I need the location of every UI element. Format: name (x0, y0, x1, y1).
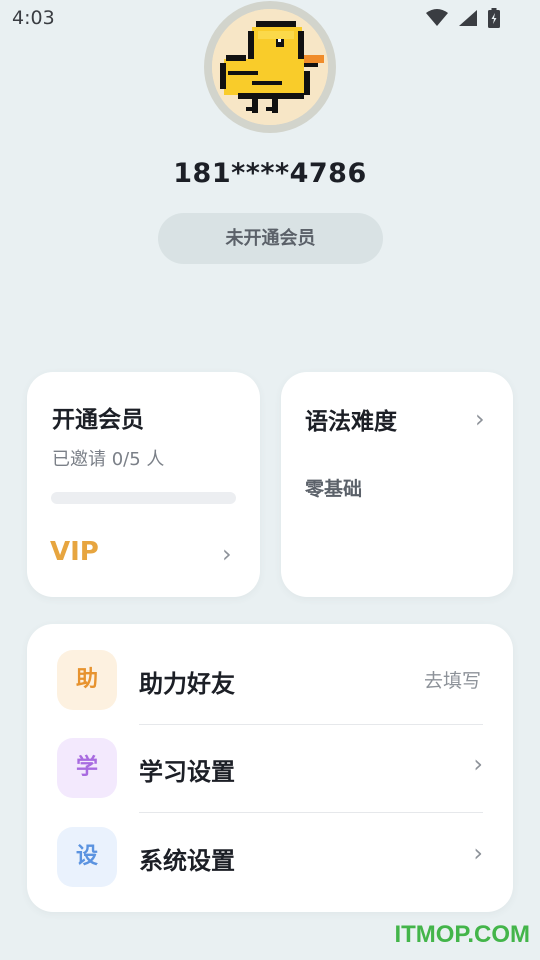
invite-progress-bar (51, 492, 236, 504)
chevron-right-icon: › (475, 405, 485, 433)
user-phone: 181****4786 (173, 158, 367, 189)
grammar-difficulty-card[interactable]: 语法难度 › 零基础 (281, 372, 513, 597)
grammar-card-title: 语法难度 (305, 409, 397, 435)
fill-in-link[interactable]: 去填写 (424, 666, 481, 693)
duck-icon (212, 9, 328, 125)
chevron-right-icon: › (473, 839, 483, 867)
avatar[interactable] (204, 1, 336, 133)
menu-item-label: 系统设置 (139, 847, 235, 875)
watermark: ITMOP.COM (394, 921, 530, 948)
help-friends-icon: 助 (57, 650, 117, 710)
settings-menu: 助 助力好友 去填写 学 学习设置 › 设 系统设置 › (27, 624, 513, 912)
chevron-right-icon: › (473, 750, 483, 778)
system-settings-icon: 设 (57, 827, 117, 887)
status-icons (426, 8, 500, 28)
menu-item-help-friends[interactable]: 助 助力好友 去填写 (27, 638, 513, 726)
divider (139, 724, 483, 725)
menu-item-system-settings[interactable]: 设 系统设置 › (27, 815, 513, 903)
vip-label: VIP (50, 537, 99, 567)
grammar-level: 零基础 (305, 478, 363, 500)
wifi-icon (426, 9, 448, 26)
vip-card-title: 开通会员 (52, 407, 144, 433)
menu-item-label: 学习设置 (139, 758, 235, 786)
menu-item-label: 助力好友 (139, 670, 235, 698)
vip-card[interactable]: 开通会员 已邀请 0/5 人 VIP › (27, 372, 260, 597)
divider (139, 812, 483, 813)
battery-icon (488, 8, 500, 28)
membership-status-badge[interactable]: 未开通会员 (158, 213, 383, 264)
invite-progress-text: 已邀请 0/5 人 (52, 449, 165, 470)
menu-item-study-settings[interactable]: 学 学习设置 › (27, 726, 513, 814)
signal-icon (459, 10, 477, 26)
pixel-duck-avatar (212, 9, 328, 125)
chevron-right-icon: › (222, 540, 232, 568)
status-time: 4:03 (12, 7, 55, 29)
study-settings-icon: 学 (57, 738, 117, 798)
